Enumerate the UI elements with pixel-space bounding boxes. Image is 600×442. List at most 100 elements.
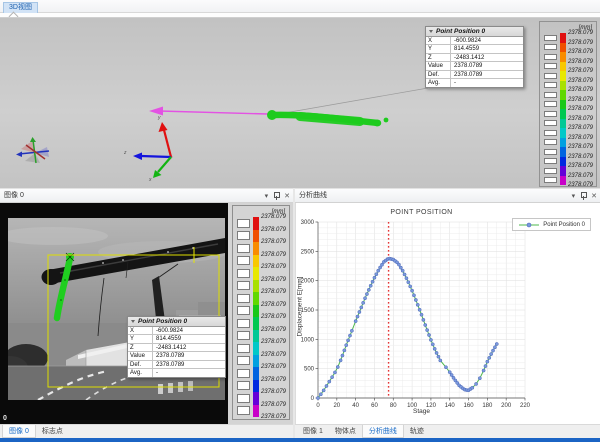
tooltip-expander-icon[interactable] (131, 320, 135, 323)
colorbar-segment-checkbox[interactable] (544, 63, 557, 69)
colorbar-segment-checkbox[interactable] (544, 120, 557, 126)
tooltip-title: Point Position 0 (138, 318, 187, 325)
close-icon[interactable]: ✕ (591, 193, 597, 200)
trajectory-points[interactable] (267, 110, 388, 126)
colorbar-row (237, 367, 259, 380)
tooltip-expander-icon[interactable] (429, 30, 433, 33)
svg-text:500: 500 (304, 367, 315, 373)
pin-icon[interactable] (580, 192, 586, 200)
colorbar-color-chip (253, 317, 259, 330)
colorbar-segment-checkbox[interactable] (544, 73, 557, 79)
analysis-panel-header: 分析曲线 ▾ ✕ (295, 188, 600, 203)
colorbar-segment-checkbox[interactable] (544, 101, 557, 107)
analysis-panel-tab-bar: 图像 1物体点分析曲线轨迹 (295, 424, 600, 438)
colorbar-segment-checkbox[interactable] (237, 281, 250, 290)
colorbar-row (237, 292, 259, 305)
pin-icon[interactable] (273, 192, 279, 200)
image-colorbar-strip: [mm] 2378.0792378.0792378.0792378.079237… (228, 203, 293, 424)
analysis-chart-area[interactable]: POINT POSITION Displacement E[mm] 020406… (295, 203, 600, 424)
colorbar-segment-checkbox[interactable] (237, 306, 250, 315)
colorbar-rows (237, 217, 259, 417)
colorbar-segment-checkbox[interactable] (544, 35, 557, 41)
bottom-tab[interactable]: 标志点 (36, 425, 69, 438)
colorbar-segment-checkbox[interactable] (237, 294, 250, 303)
colorbar-tick-label: 2378.079 (261, 314, 286, 320)
colorbar-segment-checkbox[interactable] (544, 177, 557, 183)
colorbar-color-chip (560, 138, 566, 148)
panel-menu-icon[interactable]: ▾ (572, 193, 576, 200)
bottom-tab[interactable]: 分析曲线 (362, 425, 404, 438)
colorbar-color-chip (253, 255, 259, 268)
colorbar-segment-checkbox[interactable] (544, 111, 557, 117)
colorbar-row (237, 342, 259, 355)
bottom-tab[interactable]: 图像 1 (297, 425, 329, 438)
colorbar-tick-label: 2378.079 (568, 97, 593, 103)
bottom-tab[interactable]: 物体点 (329, 425, 362, 438)
colorbar-segment-checkbox[interactable] (237, 256, 250, 265)
tab-3d-view[interactable]: 3D视图 (3, 2, 38, 13)
colorbar-color-chip (560, 147, 566, 157)
colorbar-tick-label: 2378.079 (568, 163, 593, 169)
colorbar-segment-checkbox[interactable] (237, 231, 250, 240)
tooltip-body: X-600.9824Y814.4559Z-2483.1412Value2378.… (128, 327, 225, 377)
chart-y-axis-label: Displacement E[mm] (297, 252, 304, 362)
point-tooltip-image: Point Position 0 X-600.9824Y814.4559Z-24… (127, 316, 226, 378)
colorbar-row (544, 109, 566, 119)
tooltip-row-value: -2483.1412 (153, 344, 186, 351)
colorbar-segment-checkbox[interactable] (237, 394, 250, 403)
colorbar-segment-checkbox[interactable] (237, 344, 250, 353)
colorbar-segment-checkbox[interactable] (544, 92, 557, 98)
colorbar-segment-checkbox[interactable] (544, 139, 557, 145)
colorbar-color-chip (253, 392, 259, 405)
colorbar-segment-checkbox[interactable] (544, 158, 557, 164)
panel-menu-icon[interactable]: ▾ (265, 193, 269, 200)
colorbar-segment-checkbox[interactable] (237, 269, 250, 278)
colorbar-row (544, 100, 566, 110)
colorbar-segment-checkbox[interactable] (544, 54, 557, 60)
tooltip-row-value: -2483.1412 (451, 54, 484, 61)
3d-viewport[interactable]: y z x Point Positi (0, 17, 600, 188)
tooltip-row-value: -600.9824 (153, 327, 183, 334)
colorbar-segment-checkbox[interactable] (237, 219, 250, 228)
tooltip-row-value: 2378.0789 (451, 71, 482, 78)
tooltip-header[interactable]: Point Position 0 (426, 27, 523, 37)
colorbar-segment-checkbox[interactable] (237, 319, 250, 328)
colorbar-segment-checkbox[interactable] (544, 168, 557, 174)
colorbar-row (237, 392, 259, 405)
colorbar-tick-label: 2378.079 (261, 239, 286, 245)
colorbar-color-chip (253, 342, 259, 355)
chart-plot[interactable]: 0204060801001201401601802002200500100015… (296, 203, 600, 424)
tooltip-row-label: Z (128, 344, 153, 351)
legend-label: Point Position 0 (543, 222, 585, 228)
colorbar-color-chip (253, 367, 259, 380)
colorbar-segment-checkbox[interactable] (237, 369, 250, 378)
colorbar-segment-checkbox[interactable] (237, 331, 250, 340)
colorbar-tick-label: 2378.079 (568, 116, 593, 122)
bottom-tab[interactable]: 图像 0 (2, 425, 36, 438)
tooltip-body: X-600.9824Y814.4559Z-2483.1412Value2378.… (426, 37, 523, 87)
chart-legend[interactable]: Point Position 0 (512, 218, 591, 231)
colorbar-segment-checkbox[interactable] (237, 381, 250, 390)
close-icon[interactable]: ✕ (284, 193, 290, 200)
orientation-triad-icon[interactable] (16, 137, 49, 163)
panel-divider[interactable] (293, 188, 295, 438)
tooltip-row-value: 2378.0789 (153, 352, 184, 359)
bottom-tab[interactable]: 轨迹 (404, 425, 430, 438)
colorbar-segment-checkbox[interactable] (544, 44, 557, 50)
tooltip-row-label: Y (128, 335, 153, 342)
colorbar-segment-checkbox[interactable] (544, 130, 557, 136)
colorbar-color-chip (560, 81, 566, 91)
main-tab-bar: 3D视图 (0, 0, 600, 13)
colorbar-segment-checkbox[interactable] (237, 406, 250, 415)
tooltip-row: Avg.- (426, 79, 523, 87)
colorbar-color-chip (253, 280, 259, 293)
colorbar-segment-checkbox[interactable] (237, 244, 250, 253)
tooltip-header[interactable]: Point Position 0 (128, 317, 225, 327)
image-view[interactable]: Point Position 0 X-600.9824Y814.4559Z-24… (0, 203, 293, 424)
colorbar-segment-checkbox[interactable] (544, 149, 557, 155)
colorbar-color-chip (560, 33, 566, 43)
colorbar-row (544, 119, 566, 129)
colorbar-segment-checkbox[interactable] (237, 356, 250, 365)
colorbar-segment-checkbox[interactable] (544, 82, 557, 88)
colorbar-labels: 2378.0792378.0792378.0792378.0792378.079… (568, 33, 593, 185)
